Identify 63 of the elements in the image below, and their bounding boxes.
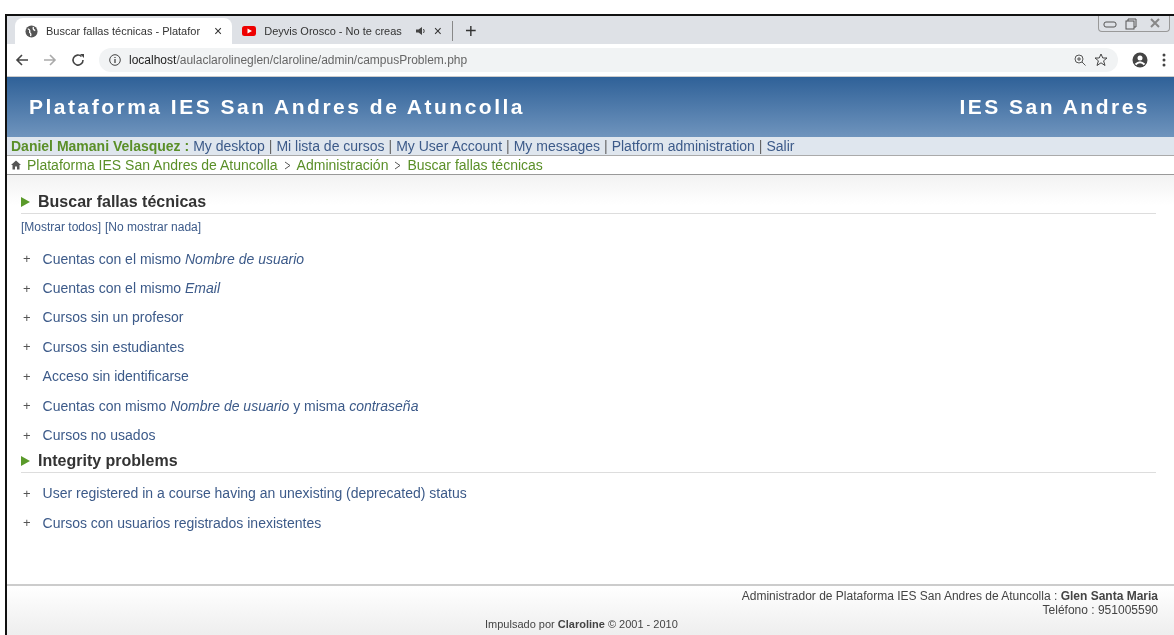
problem-link[interactable]: User registered in a course having an unexisting (deprecated) status	[42, 485, 467, 502]
user-name: Daniel Mamani Velasquez :	[11, 138, 190, 154]
nav-link[interactable]: Salir	[766, 138, 795, 154]
problem-link[interactable]: Cursos con usuarios registrados inexistentes	[42, 514, 322, 531]
breadcrumb-link[interactable]: Buscar fallas técnicas	[407, 157, 543, 173]
phone-info: Teléfono : 951005590	[1042, 603, 1158, 617]
toggle-link[interactable]: [No mostrar nada]	[105, 220, 202, 234]
separator: |	[388, 138, 393, 154]
problem-link[interactable]: Acceso sin identificarse	[42, 368, 189, 385]
admin-info: Administrador de Plataforma IES San Andres de Atuncolla : Glen Santa Maria	[741, 589, 1158, 603]
problem-link[interactable]: Cursos no usados	[42, 427, 156, 444]
problem-link[interactable]: Cuentas con el mismo Email	[42, 280, 220, 297]
powered-by: Impulsado por Claroline © 2001 - 2010	[485, 618, 678, 630]
browser-tab[interactable]: Deyvis Orosco - No te creas ×	[232, 18, 452, 44]
site-title: Plataforma IES San Andres de Atuncolla	[29, 95, 526, 119]
new-tab-button[interactable]: +	[452, 21, 489, 41]
separator: |	[268, 138, 273, 154]
nav-link[interactable]: My User Account	[396, 138, 503, 154]
problem-link[interactable]: Cuentas con el mismo Nombre de usuario	[42, 250, 305, 267]
close-tab-button[interactable]: ×	[433, 23, 442, 39]
nav-link[interactable]: Mi lista de cursos	[276, 138, 385, 154]
zoom-icon[interactable]	[1074, 54, 1086, 66]
separator: |	[758, 138, 763, 154]
triangle-icon	[21, 197, 30, 207]
chevron-icon	[394, 160, 402, 170]
triangle-icon	[21, 455, 30, 466]
expand-toggle[interactable]: +	[23, 339, 31, 355]
section-heading: Integrity problems	[21, 451, 1156, 473]
problem-link[interactable]: Cursos sin estudiantes	[42, 338, 185, 355]
address-bar[interactable]: localhost/aulaclarolineglen/claroline/admin/campusProblem.php	[99, 48, 1118, 72]
section-heading: Buscar fallas técnicas	[21, 193, 1156, 214]
close-tab-button[interactable]: ×	[214, 23, 223, 39]
expand-toggle[interactable]: +	[23, 368, 31, 384]
institution-name: IES San Andres	[959, 95, 1150, 119]
back-icon[interactable]	[15, 53, 29, 67]
breadcrumb-link[interactable]: Plataforma IES San Andres de Atuncolla	[27, 157, 278, 173]
star-icon[interactable]	[1094, 53, 1108, 67]
info-icon[interactable]	[109, 54, 121, 66]
account-icon[interactable]	[1132, 52, 1148, 68]
home-icon	[11, 160, 21, 170]
globe-icon	[25, 24, 38, 38]
nav-link[interactable]: My messages	[513, 138, 601, 154]
speaker-icon[interactable]	[415, 26, 426, 36]
nav-link[interactable]: My desktop	[193, 138, 265, 154]
menu-icon[interactable]	[1162, 53, 1166, 67]
problem-link[interactable]: Cursos sin un profesor	[42, 309, 184, 326]
toggle-link[interactable]: [Mostrar todos]	[21, 220, 102, 234]
expand-toggle[interactable]: +	[23, 280, 31, 296]
chevron-icon	[283, 160, 291, 170]
problem-link[interactable]: Cuentas con mismo Nombre de usuario y misma contraseña	[42, 397, 419, 414]
breadcrumb-link[interactable]: Administración	[296, 157, 389, 173]
separator: |	[604, 138, 608, 154]
expand-toggle[interactable]: +	[23, 515, 31, 531]
expand-toggle[interactable]: +	[23, 427, 31, 443]
expand-toggle[interactable]: +	[23, 309, 31, 325]
video-icon	[242, 26, 257, 36]
expand-toggle[interactable]: +	[23, 251, 31, 267]
reload-icon[interactable]	[71, 53, 85, 67]
browser-tab[interactable]: Buscar fallas técnicas - Platafor ×	[15, 18, 233, 44]
nav-link[interactable]: Platform administration	[611, 138, 755, 154]
expand-toggle[interactable]: +	[23, 398, 31, 414]
separator: |	[506, 138, 510, 154]
expand-toggle[interactable]: +	[23, 485, 31, 501]
